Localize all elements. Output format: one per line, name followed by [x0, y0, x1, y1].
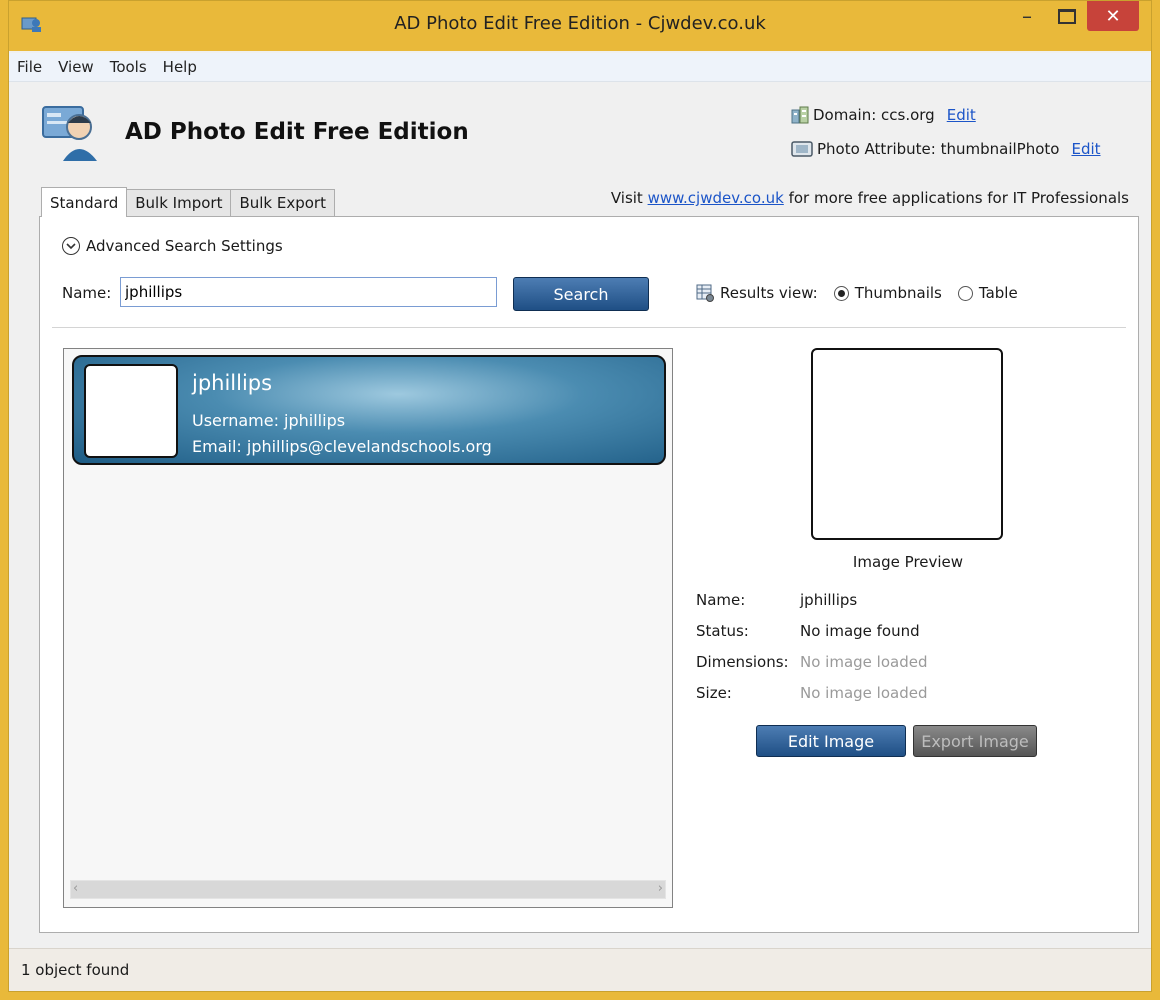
- search-button[interactable]: Search: [513, 277, 649, 311]
- menu-file[interactable]: File: [9, 58, 50, 76]
- status-bar: 1 object found: [9, 948, 1151, 991]
- result-thumbnail: [84, 364, 178, 458]
- menu-bar: File View Tools Help: [9, 53, 1151, 82]
- scroll-left-icon[interactable]: ‹: [73, 881, 78, 896]
- title-bar[interactable]: AD Photo Edit Free Edition - Cjwdev.co.u…: [9, 1, 1151, 51]
- result-card[interactable]: jphillips Username: jphillips Email: jph…: [72, 355, 666, 465]
- advanced-search-label: Advanced Search Settings: [86, 237, 283, 255]
- domain-icon: [791, 106, 809, 124]
- result-email: Email: jphillips@clevelandschools.org: [192, 437, 492, 456]
- domain-edit-link[interactable]: Edit: [947, 106, 976, 124]
- advanced-search-toggle[interactable]: Advanced Search Settings: [62, 237, 283, 255]
- minimize-button[interactable]: –: [1009, 1, 1045, 31]
- info-dimensions-value: No image loaded: [800, 653, 928, 671]
- photo-attribute-icon: [791, 141, 813, 157]
- app-logo: [42, 106, 97, 161]
- photo-attribute-label: Photo Attribute: thumbnailPhoto: [817, 140, 1060, 158]
- tab-bulk-export[interactable]: Bulk Export: [230, 189, 335, 216]
- visit-prefix: Visit: [610, 189, 648, 207]
- maximize-button[interactable]: [1049, 1, 1085, 31]
- visit-suffix: for more free applications for IT Profes…: [788, 189, 1129, 207]
- name-label: Name:: [62, 284, 112, 302]
- info-size-value: No image loaded: [800, 684, 928, 702]
- info-name-value: jphillips: [800, 591, 858, 609]
- image-preview: [811, 348, 1003, 540]
- photo-attribute-edit-link[interactable]: Edit: [1071, 140, 1100, 158]
- standard-tab-panel: Advanced Search Settings Name: Search Re…: [39, 216, 1139, 933]
- results-view-icon: [696, 284, 714, 302]
- name-search-input[interactable]: [120, 277, 497, 307]
- results-view-label: Results view:: [720, 284, 818, 302]
- scroll-right-icon[interactable]: ›: [658, 881, 663, 896]
- info-status-label: Status:: [696, 622, 749, 640]
- info-name-label: Name:: [696, 591, 746, 609]
- website-link[interactable]: www.cjwdev.co.uk: [648, 189, 784, 207]
- visit-text: Visit www.cjwdev.co.uk for more free app…: [611, 189, 1129, 207]
- thumbnails-option-label[interactable]: Thumbnails: [855, 284, 942, 302]
- app-window: AD Photo Edit Free Edition - Cjwdev.co.u…: [8, 0, 1152, 992]
- menu-tools[interactable]: Tools: [102, 58, 155, 76]
- app-heading: AD Photo Edit Free Edition: [125, 119, 469, 145]
- table-radio[interactable]: [957, 285, 973, 301]
- minimize-icon: –: [1022, 4, 1032, 28]
- results-view-selector: Results view: Thumbnails Table: [696, 284, 1018, 302]
- horizontal-scrollbar[interactable]: ‹ ›: [70, 880, 666, 899]
- image-preview-label: Image Preview: [852, 553, 964, 571]
- status-text: 1 object found: [21, 961, 130, 979]
- tab-standard[interactable]: Standard: [41, 187, 128, 217]
- menu-help[interactable]: Help: [155, 58, 205, 76]
- info-dimensions-label: Dimensions:: [696, 653, 789, 671]
- close-icon: ✕: [1105, 5, 1121, 27]
- edit-image-button[interactable]: Edit Image: [756, 725, 906, 757]
- tab-bulk-import[interactable]: Bulk Import: [126, 189, 232, 216]
- thumbnails-radio[interactable]: [833, 285, 849, 301]
- window-title: AD Photo Edit Free Edition - Cjwdev.co.u…: [394, 13, 766, 34]
- info-status-value: No image found: [800, 622, 920, 640]
- result-username: Username: jphillips: [192, 411, 346, 430]
- domain-row: Domain: ccs.org Edit: [791, 106, 976, 124]
- export-image-button[interactable]: Export Image: [913, 725, 1037, 757]
- result-name: jphillips: [192, 371, 273, 395]
- domain-label: Domain: ccs.org: [813, 106, 935, 124]
- maximize-icon: [1058, 8, 1076, 24]
- photo-attribute-row: Photo Attribute: thumbnailPhoto Edit: [791, 140, 1101, 158]
- divider: [52, 327, 1126, 328]
- close-button[interactable]: ✕: [1087, 1, 1139, 31]
- tab-strip: Standard Bulk Import Bulk Export: [41, 187, 335, 217]
- menu-view[interactable]: View: [50, 58, 102, 76]
- chevron-down-icon: [62, 237, 80, 255]
- table-option-label[interactable]: Table: [979, 284, 1018, 302]
- info-size-label: Size:: [696, 684, 732, 702]
- results-list[interactable]: jphillips Username: jphillips Email: jph…: [63, 348, 673, 908]
